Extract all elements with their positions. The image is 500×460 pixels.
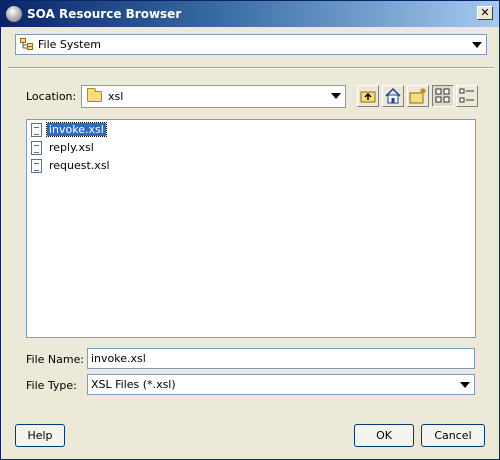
ok-button[interactable]: OK bbox=[354, 424, 414, 447]
new-folder-button[interactable] bbox=[407, 85, 429, 107]
folder-icon bbox=[87, 88, 102, 102]
location-value: xsl bbox=[108, 90, 124, 103]
app-icon bbox=[6, 6, 22, 22]
cancel-button[interactable]: Cancel bbox=[421, 424, 485, 447]
up-one-level-button[interactable] bbox=[357, 85, 379, 107]
window-title: SOA Resource Browser bbox=[27, 7, 182, 21]
file-type-value: XSL Files (*.xsl) bbox=[91, 378, 176, 391]
chevron-down-icon[interactable] bbox=[472, 42, 482, 48]
details-view-button[interactable] bbox=[456, 85, 478, 107]
home-icon bbox=[385, 87, 401, 104]
folder-up-icon bbox=[360, 91, 376, 103]
file-name-label: File Name: bbox=[26, 353, 85, 366]
new-folder-icon bbox=[409, 88, 426, 104]
file-name: reply.xsl bbox=[49, 141, 94, 154]
help-button[interactable]: Help bbox=[15, 424, 65, 447]
document-icon bbox=[31, 159, 42, 173]
chevron-down-icon[interactable] bbox=[331, 93, 341, 99]
chevron-down-icon[interactable] bbox=[460, 382, 470, 388]
list-view-icon bbox=[435, 88, 450, 103]
file-name: invoke.xsl bbox=[46, 122, 107, 137]
soa-resource-browser-dialog: SOA Resource Browser ✕ File System Locat… bbox=[0, 0, 500, 460]
file-system-icon bbox=[20, 38, 33, 50]
location-label: Location: bbox=[26, 90, 77, 103]
document-icon bbox=[31, 123, 42, 137]
document-icon bbox=[31, 141, 42, 155]
file-type-label: File Type: bbox=[26, 379, 77, 392]
file-list[interactable]: invoke.xsl reply.xsl request.xsl bbox=[26, 119, 476, 338]
file-name: request.xsl bbox=[49, 159, 110, 172]
file-type-select[interactable]: XSL Files (*.xsl) bbox=[87, 374, 475, 395]
location-select[interactable]: xsl bbox=[81, 85, 346, 108]
source-selected-value: File System bbox=[38, 38, 101, 51]
list-view-button[interactable] bbox=[432, 85, 454, 107]
close-button[interactable]: ✕ bbox=[477, 6, 493, 20]
home-button[interactable] bbox=[382, 85, 404, 107]
title-bar[interactable]: SOA Resource Browser ✕ bbox=[1, 1, 499, 27]
separator bbox=[8, 67, 494, 69]
resource-source-select[interactable]: File System bbox=[15, 34, 487, 55]
details-view-icon bbox=[459, 88, 474, 103]
file-name-field[interactable] bbox=[87, 348, 475, 369]
